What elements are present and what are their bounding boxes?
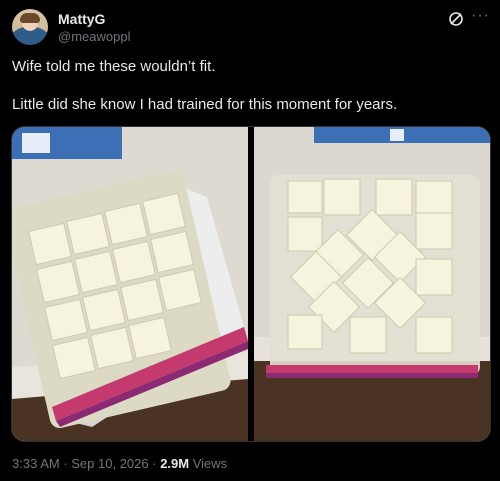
grok-icon[interactable]: [448, 11, 464, 27]
tweet-text-line-2: Little did she know I had trained for th…: [12, 96, 398, 113]
meta-separator: ·: [148, 456, 161, 471]
media-grid: [11, 126, 491, 442]
views-count[interactable]: 2.9M: [160, 456, 189, 471]
author-handle[interactable]: @meawoppl: [58, 29, 130, 44]
photo-right[interactable]: [254, 127, 490, 441]
photo-left[interactable]: [12, 127, 248, 441]
tweet-meta: 3:33 AM · Sep 10, 2026 · 2.9M Views: [12, 456, 227, 471]
timestamp-date[interactable]: Sep 10, 2026: [71, 456, 148, 471]
views-label: Views: [189, 456, 228, 471]
timestamp-time[interactable]: 3:33 AM: [12, 456, 60, 471]
avatar[interactable]: [12, 9, 48, 45]
author-name[interactable]: MattyG: [58, 11, 105, 27]
tweet-text-line-1: Wife told me these wouldn’t fit.: [12, 58, 216, 75]
meta-separator: ·: [59, 456, 72, 471]
more-icon[interactable]: ···: [471, 8, 489, 27]
